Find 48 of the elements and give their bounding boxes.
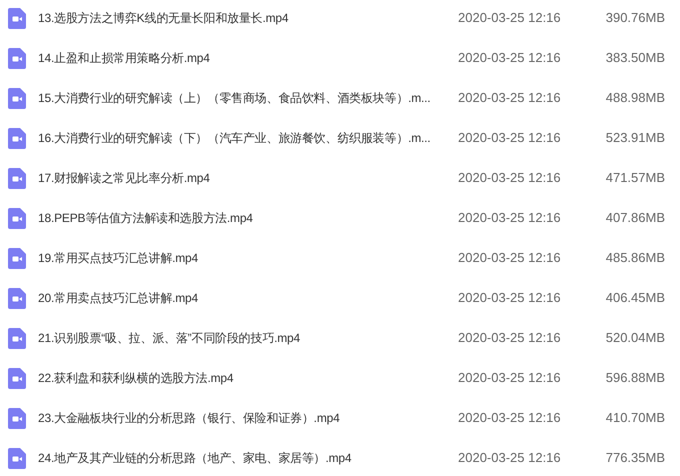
file-size: 383.50MB [606, 49, 665, 68]
modified-date: 2020-03-25 12:16 [458, 129, 561, 148]
file-size: 523.91MB [606, 129, 665, 148]
modified-date: 2020-03-25 12:16 [458, 209, 561, 228]
file-name[interactable]: 14.止盈和止损常用策略分析.mp4 [38, 49, 452, 67]
modified-date: 2020-03-25 12:16 [458, 169, 561, 188]
video-file-icon [8, 408, 26, 428]
file-name[interactable]: 15.大消费行业的研究解读（上）（零售商场、食品饮料、酒类板块等）.m... [38, 89, 452, 107]
video-file-icon [8, 248, 26, 268]
file-name[interactable]: 19.常用买点技巧汇总讲解.mp4 [38, 249, 452, 267]
file-size: 410.70MB [606, 409, 665, 428]
file-name[interactable]: 24.地产及其产业链的分析思路（地产、家电、家居等）.mp4 [38, 449, 452, 467]
file-size: 776.35MB [606, 449, 665, 468]
modified-date: 2020-03-25 12:16 [458, 449, 561, 468]
file-size: 407.86MB [606, 209, 665, 228]
video-file-icon [8, 88, 26, 108]
file-size: 596.88MB [606, 369, 665, 388]
modified-date: 2020-03-25 12:16 [458, 409, 561, 428]
modified-date: 2020-03-25 12:16 [458, 289, 561, 308]
video-file-icon [8, 208, 26, 228]
modified-date: 2020-03-25 12:16 [458, 89, 561, 108]
modified-date: 2020-03-25 12:16 [458, 49, 561, 68]
file-name[interactable]: 13.选股方法之博弈K线的无量长阳和放量长.mp4 [38, 9, 452, 27]
file-size: 390.76MB [606, 9, 665, 28]
modified-date: 2020-03-25 12:16 [458, 249, 561, 268]
video-file-icon [8, 448, 26, 468]
file-name[interactable]: 20.常用卖点技巧汇总讲解.mp4 [38, 289, 452, 307]
video-file-icon [8, 8, 26, 28]
file-name[interactable]: 23.大金融板块行业的分析思路（银行、保险和证券）.mp4 [38, 409, 452, 427]
modified-date: 2020-03-25 12:16 [458, 369, 561, 388]
video-file-icon [8, 328, 26, 348]
modified-date: 2020-03-25 12:16 [458, 9, 561, 28]
file-name[interactable]: 21.识别股票“吸、拉、派、落”不同阶段的技巧.mp4 [38, 329, 452, 347]
file-name[interactable]: 17.财报解读之常见比率分析.mp4 [38, 169, 452, 187]
modified-date: 2020-03-25 12:16 [458, 329, 561, 348]
file-name[interactable]: 22.获利盘和获利纵横的选股方法.mp4 [38, 369, 452, 387]
video-file-icon [8, 368, 26, 388]
file-name[interactable]: 18.PEPB等估值方法解读和选股方法.mp4 [38, 209, 452, 227]
file-name[interactable]: 16.大消费行业的研究解读（下）（汽车产业、旅游餐饮、纺织服装等）.m... [38, 129, 452, 147]
file-size: 488.98MB [606, 89, 665, 108]
file-size: 471.57MB [606, 169, 665, 188]
video-file-icon [8, 48, 26, 68]
video-file-icon [8, 168, 26, 188]
file-size: 520.04MB [606, 329, 665, 348]
file-size: 406.45MB [606, 289, 665, 308]
video-file-icon [8, 288, 26, 308]
file-size: 485.86MB [606, 249, 665, 268]
video-file-icon [8, 128, 26, 148]
